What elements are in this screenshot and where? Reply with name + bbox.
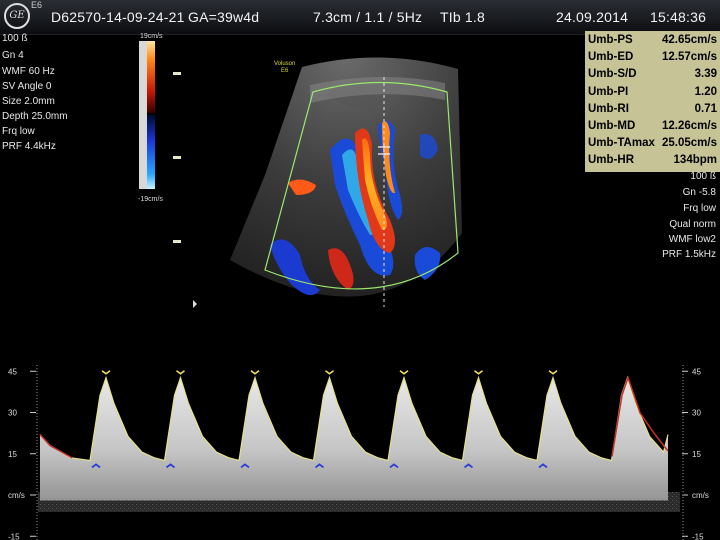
rparam-gain: Gn -5.8 xyxy=(682,187,716,198)
measurement-label: Umb-ED xyxy=(588,51,634,64)
measurement-value: 134bpm xyxy=(673,154,717,167)
psv-marker[interactable] xyxy=(474,370,483,375)
patient-id: D62570-14-09-24-21 xyxy=(51,9,185,25)
focus-marker xyxy=(193,300,197,308)
measurement-value: 1.20 xyxy=(694,85,717,98)
measurement-label: Umb-PI xyxy=(588,85,629,98)
rparam-frequency: Frq low xyxy=(683,203,716,214)
measurement-row: Umb-RI 0.71 xyxy=(585,102,720,118)
scale-tick-label: 15 xyxy=(692,450,701,459)
rparam-prf: PRF 1.5kHz xyxy=(662,249,716,260)
measurement-row: Umb-HR 134bpm xyxy=(585,153,720,169)
measurement-row: Umb-PS 42.65cm/s xyxy=(585,33,720,49)
gestational-age: GA=39w4d xyxy=(188,9,260,25)
scale-tick-label: 45 xyxy=(8,367,17,376)
ge-logo: GE xyxy=(4,3,30,29)
measurement-row: Umb-PI 1.20 xyxy=(585,85,720,101)
param-beta: 100 ß xyxy=(2,33,28,44)
psv-marker[interactable] xyxy=(399,370,409,375)
scale-tick-label: 15 xyxy=(8,450,17,459)
scale-tick-label: 30 xyxy=(8,409,17,418)
measurement-label: Umb-RI xyxy=(588,102,629,115)
measurement-value: 3.39 xyxy=(694,68,717,81)
colorbar-bottom-label: -19cm/s xyxy=(138,196,163,203)
exam-date: 24.09.2014 xyxy=(556,9,629,25)
colorbar-top-label: 19cm/s xyxy=(140,33,163,40)
velocity-scale-right: 45 30 15 cm/s -15 xyxy=(682,365,709,540)
measurement-row: Umb-ED 12.57cm/s xyxy=(585,50,720,66)
param-sv-angle: SV Angle 0 xyxy=(2,81,52,92)
measurement-label: Umb-PS xyxy=(588,34,633,46)
measurement-row: Umb-MD 12.26cm/s xyxy=(585,119,720,135)
psv-marker[interactable] xyxy=(101,370,111,375)
measurement-row: Umb-S/D 3.39 xyxy=(585,67,720,83)
scale-tick-label: -15 xyxy=(692,532,704,540)
probe-label: E6 xyxy=(31,0,43,10)
psv-marker[interactable] xyxy=(325,370,334,375)
color-velocity-bar xyxy=(139,41,155,189)
param-prf: PRF 4.4kHz xyxy=(2,141,56,152)
measurement-panel: Umb-PS 42.65cm/s Umb-ED 12.57cm/s Umb-S/D 3.3… xyxy=(585,31,720,172)
measurement-label: Umb-TAmax xyxy=(588,137,655,150)
param-frequency: Frq low xyxy=(2,126,35,137)
scale-tick-label: 30 xyxy=(692,409,701,418)
doppler-waveforms xyxy=(39,370,669,501)
measurement-value: 12.57cm/s xyxy=(662,51,717,64)
param-size: Size 2.0mm xyxy=(2,96,55,107)
param-depth: Depth 25.0mm xyxy=(2,111,68,122)
depth-settings: 7.3cm / 1.1 / 5Hz xyxy=(313,9,423,25)
rparam-quality: Qual norm xyxy=(669,219,716,230)
scale-tick-label: -15 xyxy=(8,532,20,540)
param-gain: Gn 4 xyxy=(2,50,24,61)
spectral-doppler-trace: 45 30 15 cm/s -15 45 30 15 cm/s -15 xyxy=(8,365,709,540)
measurement-label: Umb-S/D xyxy=(588,68,637,81)
measurement-row: Umb-TAmax 25.05cm/s xyxy=(585,136,720,152)
param-wmf: WMF 60 Hz xyxy=(2,66,55,77)
rparam-beta: 100 ß xyxy=(690,171,716,182)
measurement-label: Umb-MD xyxy=(588,120,636,132)
velocity-scale-left: 45 30 15 cm/s -15 xyxy=(8,365,38,540)
rparam-wmf: WMF low2 xyxy=(668,234,716,245)
exam-time: 15:48:36 xyxy=(650,9,707,25)
measurement-value: 25.05cm/s xyxy=(662,137,717,150)
psv-marker[interactable] xyxy=(548,370,558,375)
measurement-label: Umb-HR xyxy=(588,154,634,167)
measurement-value: 12.26cm/s xyxy=(662,120,717,132)
scale-tick-label: cm/s xyxy=(8,491,25,500)
depth-marker xyxy=(173,240,181,243)
depth-marker xyxy=(173,72,181,75)
color-doppler-image xyxy=(230,57,462,307)
measurement-value: 0.71 xyxy=(694,102,717,115)
depth-marker xyxy=(173,156,181,159)
scale-tick-label: cm/s xyxy=(692,491,709,500)
thermal-index: TIb 1.8 xyxy=(440,9,485,25)
measurement-value: 42.65cm/s xyxy=(662,34,717,46)
top-status-bar: GE E6 D62570-14-09-24-21 GA=39w4d 7.3cm … xyxy=(0,0,720,35)
psv-marker[interactable] xyxy=(250,370,260,375)
scale-tick-label: 45 xyxy=(692,367,701,376)
psv-marker[interactable] xyxy=(176,370,185,375)
